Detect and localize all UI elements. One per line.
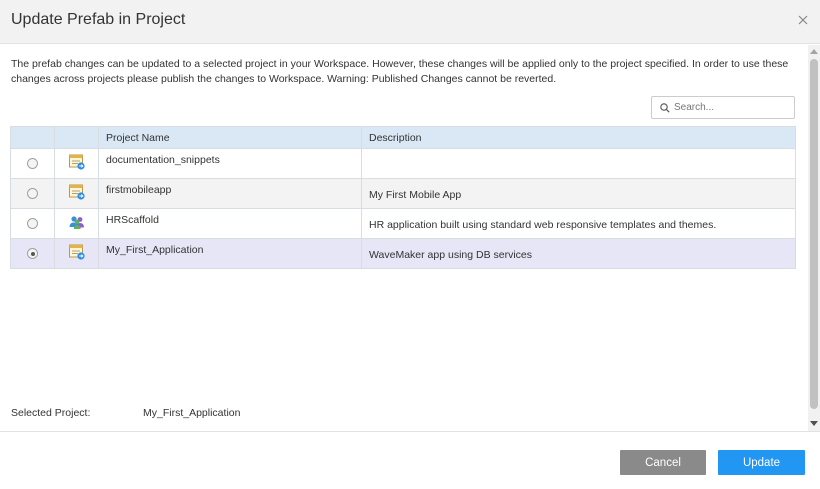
- scroll-up-arrow-icon[interactable]: [810, 49, 818, 54]
- close-icon[interactable]: [795, 12, 811, 28]
- app-icon: [54, 178, 99, 209]
- description-cell: [361, 148, 796, 179]
- selected-project-label: Selected Project:: [11, 407, 91, 419]
- dialog-body: The prefab changes can be updated to a s…: [0, 45, 808, 431]
- scroll-down-arrow-icon[interactable]: [810, 421, 818, 426]
- table-row[interactable]: HRScaffold HR application built using st…: [10, 208, 796, 239]
- table-row[interactable]: firstmobileapp My First Mobile App: [10, 178, 796, 209]
- project-name-cell: firstmobileapp: [98, 178, 362, 209]
- scrollbar-thumb[interactable]: [810, 59, 818, 409]
- dialog-footer: Cancel Update: [0, 431, 820, 489]
- search-input[interactable]: [674, 99, 792, 116]
- cancel-button[interactable]: Cancel: [620, 450, 706, 475]
- project-name-cell: documentation_snippets: [98, 148, 362, 179]
- info-text: The prefab changes can be updated to a s…: [11, 58, 789, 85]
- column-header-project-name[interactable]: Project Name: [98, 126, 362, 149]
- row-select-cell[interactable]: [10, 178, 55, 209]
- row-select-cell[interactable]: [10, 238, 55, 269]
- row-radio[interactable]: [27, 218, 38, 230]
- description-cell: HR application built using standard web …: [361, 208, 796, 239]
- description-cell: WaveMaker app using DB services: [361, 238, 796, 269]
- search-box[interactable]: [651, 96, 795, 119]
- dialog-title: Update Prefab in Project: [11, 11, 186, 28]
- vertical-scrollbar[interactable]: [808, 45, 820, 431]
- row-radio[interactable]: [27, 248, 38, 260]
- table-header-row: Project Name Description: [10, 126, 796, 149]
- column-header-icon: [54, 126, 99, 149]
- dialog-header: Update Prefab in Project: [0, 0, 820, 44]
- description-cell: My First Mobile App: [361, 178, 796, 209]
- row-select-cell[interactable]: [10, 148, 55, 179]
- column-header-select: [10, 126, 55, 149]
- row-radio[interactable]: [27, 188, 38, 200]
- projects-table: Project Name Description documentation_s…: [10, 126, 796, 269]
- row-radio[interactable]: [27, 158, 38, 170]
- project-name-cell: My_First_Application: [98, 238, 362, 269]
- app-icon: [54, 238, 99, 269]
- table-row[interactable]: documentation_snippets: [10, 148, 796, 179]
- update-button[interactable]: Update: [718, 450, 805, 475]
- people-icon: [54, 208, 99, 239]
- selected-project-value: My_First_Application: [143, 407, 241, 419]
- table-row[interactable]: My_First_Application WaveMaker app using…: [10, 238, 796, 269]
- column-header-description[interactable]: Description: [361, 126, 796, 149]
- app-icon: [54, 148, 99, 179]
- search-icon: [660, 103, 670, 113]
- project-name-cell: HRScaffold: [98, 208, 362, 239]
- row-select-cell[interactable]: [10, 208, 55, 239]
